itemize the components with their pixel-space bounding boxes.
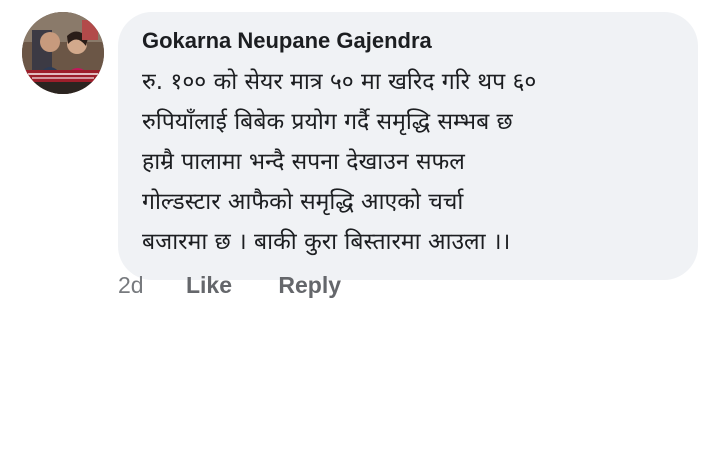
avatar[interactable] [22, 12, 104, 94]
comment-text-line: बजारमा छ । बाकी कुरा बिस्तारमा आउला ।। [142, 229, 511, 255]
comment-text-line: गोल्डस्टार आफैको समृद्धि आएको चर्चा [142, 189, 464, 215]
comment-text: रु. १०० को सेयर मात्र ५० मा खरिद गरि थप … [142, 62, 687, 262]
comment-author[interactable]: Gokarna Neupane Gajendra [142, 28, 432, 54]
avatar-photo [22, 12, 104, 94]
comment-text-line: रु. १०० को सेयर मात्र ५० मा खरिद गरि थप … [142, 69, 537, 95]
comment-text-line: हाम्रै पालामा भन्दै सपना देखाउन सफल [142, 149, 465, 175]
comment-actions: 2d Like Reply [118, 272, 341, 299]
like-button[interactable]: Like [186, 272, 232, 299]
comment-text-line: रुपियाँलाई बिबेक प्रयोग गर्दै समृद्धि सम… [142, 109, 513, 135]
comment-bubble: Gokarna Neupane Gajendra रु. १०० को सेयर… [118, 12, 698, 280]
comment-timestamp[interactable]: 2d [118, 272, 144, 299]
reply-button[interactable]: Reply [278, 272, 341, 299]
